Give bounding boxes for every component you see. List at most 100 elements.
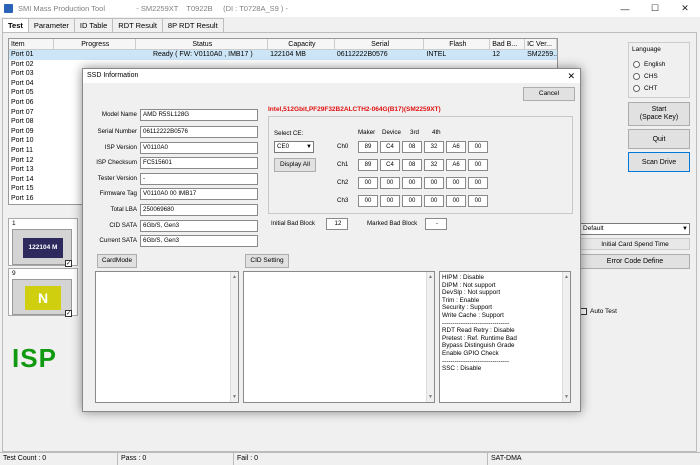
initial-bad-block-label: Initial Bad Block [271,220,316,227]
radio-english[interactable]: English [633,61,665,68]
mode-select[interactable]: Default ▼ [580,223,690,235]
dialog-title: SSD Information [83,69,580,83]
field-label: Serial Number [97,128,137,135]
cell-item: Port 13 [11,166,34,174]
col-header-status[interactable]: Status [136,39,269,49]
radio-cht[interactable]: CHT [633,85,657,92]
minimize-button[interactable]: — [610,0,640,17]
col-header-ic-ver[interactable]: IC Ver... [525,39,557,49]
field-label: Firmware Tag [99,190,137,197]
cell-capacity: 122104 MB [270,51,306,58]
cell-item: Port 14 [11,175,34,183]
slot-9[interactable]: 9 N [8,268,78,316]
flash-id-cell: 32 [424,159,444,171]
flash-id-cell: 00 [358,177,378,189]
display-all-button[interactable]: Display All [274,158,316,172]
channel-label: Ch2 [337,179,349,186]
auto-test-checkbox[interactable]: Auto Test [580,308,617,315]
feature-line: HIPM : Disable [442,274,484,281]
col-header-progress[interactable]: Progress [54,39,136,49]
initial-bad-block-field: 12 [326,218,348,230]
tab-8p-rdt-result[interactable]: 8P RDT Result [161,18,224,32]
flash-id-cell: 00 [380,177,400,189]
col-header-bad-block[interactable]: Bad B... [490,39,526,49]
tab-rdt-result[interactable]: RDT Result [112,18,163,32]
close-button[interactable]: ✕ [670,0,700,17]
flash-id-cell: 00 [468,195,488,207]
select-ce-dropdown[interactable]: CE0 ▼ [274,141,314,153]
cell-flash: INTEL [426,51,447,58]
scrollbar[interactable]: ▲ ▼ [562,272,570,402]
language-group: Language English CHS CHT [628,42,690,98]
slot-1-image: 122104 M [12,229,72,265]
scrollbar[interactable]: ▲ ▼ [230,272,238,402]
slot-9-image: N [12,279,72,315]
scrollbar[interactable]: ▲ ▼ [426,272,434,402]
cell-item: Port 15 [11,185,34,193]
scan-drive-button[interactable]: Scan Drive [628,152,690,172]
cid-setting-button[interactable]: CID Setting [245,254,289,268]
cell-ic-ver: SM2259... [527,51,558,58]
field-label: Total LBA [110,206,137,213]
col-header-serial[interactable]: Serial [335,39,425,49]
channel-label: Ch0 [337,143,349,150]
tab-parameter[interactable]: Parameter [27,18,75,32]
status-chip: N [25,286,61,310]
field-value: 06112222B0576 [140,126,258,138]
cancel-button[interactable]: Cancel [523,87,575,101]
flash-info: Intel,512Gbit,PF29F32B2ALCTH2-064G(B17)(… [268,106,441,113]
card-mode-textarea[interactable]: ▲ ▼ [95,271,239,403]
col-header-capacity[interactable]: Capacity [268,39,335,49]
ce-header-3rd: 3rd [410,129,419,136]
cell-item: Port 11 [11,146,34,154]
card-mode-button[interactable]: CardMode [97,254,137,268]
tab-test[interactable]: Test [2,18,29,33]
cell-progress [54,50,136,60]
ssd-information-dialog: SSD Information ✕ Cancel Model Name AMD R… [82,68,581,412]
slot-1-checkbox[interactable]: ✓ [65,260,72,267]
field-label: ISP Version [104,144,137,151]
feature-line: -------------------------------- [442,357,510,365]
slot-9-checkbox[interactable]: ✓ [65,310,72,317]
slot-1[interactable]: 1 122104 M [8,218,78,266]
language-title: Language [632,46,661,53]
tab-id-table[interactable]: ID Table [73,18,114,32]
error-code-define-button[interactable]: Error Code Define [580,254,690,269]
dialog-close-button[interactable]: ✕ [567,69,575,83]
field-label: Model Name [101,111,137,118]
field-value: FC515601 [140,157,258,169]
cell-serial: 06112222B0576 [336,51,388,58]
table-row[interactable]: Port 01 Ready ( FW: V0110A0 , IMB17 ) 1221… [9,50,557,60]
quit-button[interactable]: Quit [628,129,690,149]
col-header-item[interactable]: Item [9,39,54,49]
feature-line: Bypass Distinguish Grade [442,342,515,350]
field-label: ISP Checksum [96,159,137,166]
isp-label: ISP [12,343,57,373]
cell-item: Port 16 [11,194,34,202]
cell-item: Port 12 [11,156,34,164]
cid-setting-textarea[interactable]: ▲ ▼ [243,271,435,403]
feature-line: Pretest : Ref. Runtime Bad [442,334,517,342]
cell-item: Port 07 [11,108,34,116]
flash-id-cell: A6 [446,141,466,153]
radio-chs[interactable]: CHS [633,73,658,80]
field-label: CID SATA [109,222,137,229]
status-bar: Test Count : 0 Pass : 0 Fail : 0 SAT-DMA [0,452,700,465]
col-header-flash[interactable]: Flash [424,39,491,49]
features-textarea[interactable]: HIPM : Disable DIPM : Not support DevSlp :… [439,271,571,403]
capacity-chip: 122104 M [23,238,63,258]
cell-item: Port 08 [11,118,34,126]
flash-id-cell: 00 [424,195,444,207]
cell-item: Port 10 [11,137,34,145]
flash-id-cell: 08 [402,141,422,153]
field-value: - [140,173,258,185]
start-button[interactable]: Start (Space Key) [628,102,690,126]
window-title: SMI Mass Production Tool - SM2259XT T092… [18,4,288,13]
flash-id-cell: 00 [446,177,466,189]
feature-line: RDT Read Retry : Disable [442,327,515,335]
flash-id-cell: 00 [402,177,422,189]
slot-number: 9 [12,270,16,277]
maximize-button[interactable]: ☐ [640,0,670,17]
initial-card-spend-time: Initial Card Spend Time [580,238,690,250]
fail-count: Fail : 0 [234,453,488,465]
